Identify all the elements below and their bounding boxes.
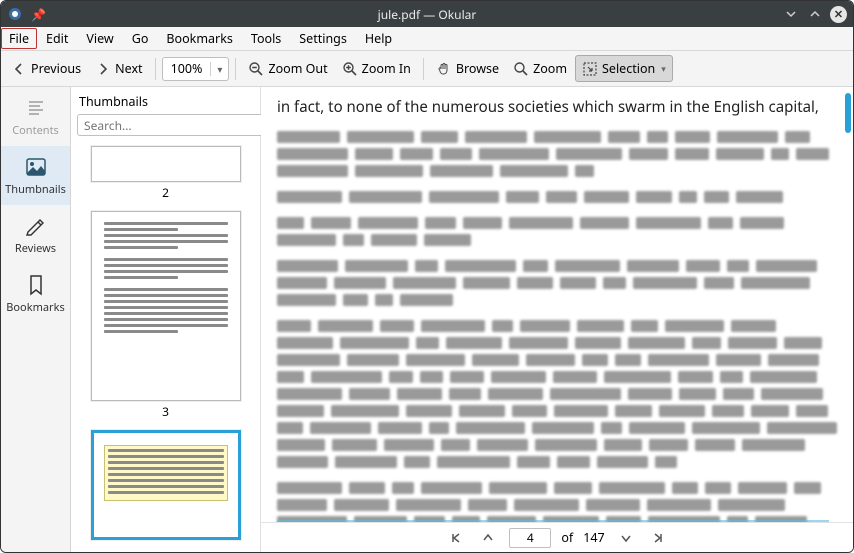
pin-icon[interactable]: 📌 [31, 6, 46, 23]
page-first-button[interactable] [445, 529, 467, 547]
separator [235, 58, 236, 80]
tab-reviews[interactable]: Reviews [1, 205, 70, 264]
separator [423, 58, 424, 80]
tab-thumbnails[interactable]: Thumbnails [1, 146, 70, 205]
vertical-scrollbar[interactable] [845, 93, 851, 133]
thumbnail-search-input[interactable] [77, 114, 265, 136]
tab-reviews-label: Reviews [1, 241, 70, 256]
page-number-input[interactable] [509, 528, 551, 548]
zoom-in-button[interactable]: Zoom In [336, 56, 417, 81]
selection-label: Selection [602, 60, 655, 77]
tab-contents[interactable]: Contents [1, 87, 70, 146]
menu-bookmarks[interactable]: Bookmarks [157, 27, 241, 50]
tab-bookmarks-label: Bookmarks [1, 300, 70, 315]
zoom-tool-button[interactable]: Zoom [507, 56, 573, 81]
main-body: Contents Thumbnails Reviews Bookmarks Th… [1, 87, 853, 552]
document-scroll[interactable]: in fact, to none of the numerous societi… [261, 87, 853, 522]
browse-tool-button[interactable]: Browse [430, 56, 505, 81]
zoom-in-label: Zoom In [362, 60, 411, 77]
page-last-button[interactable] [647, 529, 669, 547]
page-next-button[interactable] [615, 529, 637, 547]
page-of-label: of [561, 529, 573, 546]
zoom-tool-icon [513, 61, 529, 77]
chevron-down-icon: ▾ [210, 62, 228, 76]
minimize-button[interactable] [782, 5, 800, 23]
thumbnails-panel: Thumbnails ▽ 2 [71, 87, 261, 552]
menu-tools[interactable]: Tools [242, 27, 290, 50]
selection-icon [582, 61, 598, 77]
thumbnail-page[interactable] [91, 211, 241, 401]
reviews-icon [1, 213, 70, 239]
tab-bookmarks[interactable]: Bookmarks [1, 264, 70, 323]
menubar: File Edit View Go Bookmarks Tools Settin… [1, 27, 853, 51]
bookmark-icon [1, 272, 70, 298]
document-visible-line: in fact, to none of the numerous societi… [277, 95, 837, 119]
zoom-tool-label: Zoom [533, 60, 567, 77]
document-content: in fact, to none of the numerous societi… [277, 95, 837, 522]
chevron-down-icon: ▾ [661, 62, 666, 75]
next-label: Next [115, 60, 142, 77]
browse-label: Browse [456, 60, 499, 77]
next-page-button[interactable]: Next [89, 56, 148, 81]
titlebar: 📌 jule.pdf — Okular ✕ [1, 1, 853, 27]
document-view: in fact, to none of the numerous societi… [261, 87, 853, 552]
menu-help[interactable]: Help [356, 27, 401, 50]
thumbnails-icon [1, 154, 70, 180]
page-divider [277, 520, 829, 522]
hand-icon [436, 61, 452, 77]
contents-icon [1, 95, 70, 121]
thumbnail-list[interactable]: 2 3 [71, 142, 260, 552]
page-total: 147 [583, 529, 604, 546]
app-icon [7, 6, 23, 22]
zoom-in-icon [342, 61, 358, 77]
zoom-value: 100% [163, 60, 211, 77]
thumbnail-label: 3 [81, 403, 250, 420]
window-title: jule.pdf — Okular [378, 6, 477, 23]
selection-tool-button[interactable]: Selection ▾ [575, 55, 673, 82]
menu-edit[interactable]: Edit [37, 27, 77, 50]
chevron-right-icon [95, 61, 111, 77]
close-button[interactable]: ✕ [830, 6, 847, 23]
thumbnail-label: 2 [81, 184, 250, 201]
thumbnails-title: Thumbnails [71, 87, 260, 114]
zoom-out-button[interactable]: Zoom Out [242, 56, 333, 81]
side-tab-strip: Contents Thumbnails Reviews Bookmarks [1, 87, 71, 552]
chevron-left-icon [11, 61, 27, 77]
toolbar: Previous Next 100% ▾ Zoom Out Zoom In Br… [1, 51, 853, 87]
window-controls: ✕ [782, 5, 847, 23]
separator [155, 58, 156, 80]
menu-file[interactable]: File [1, 28, 37, 49]
okular-window: 📌 jule.pdf — Okular ✕ File Edit View Go … [0, 0, 854, 553]
previous-label: Previous [31, 60, 81, 77]
menu-settings[interactable]: Settings [290, 27, 356, 50]
zoom-out-label: Zoom Out [268, 60, 327, 77]
zoom-combo[interactable]: 100% ▾ [162, 57, 230, 81]
page-navigator: of 147 [261, 522, 853, 552]
thumbnail-search-row: ▽ [71, 114, 260, 142]
maximize-button[interactable] [806, 5, 824, 23]
menu-go[interactable]: Go [123, 27, 158, 50]
zoom-out-icon [248, 61, 264, 77]
menu-view[interactable]: View [77, 27, 122, 50]
tab-thumbnails-label: Thumbnails [1, 182, 70, 197]
page-prev-button[interactable] [477, 529, 499, 547]
thumbnail-page-selected[interactable] [91, 430, 241, 540]
tab-contents-label: Contents [1, 123, 70, 138]
thumbnail-page[interactable] [91, 146, 241, 182]
previous-page-button[interactable]: Previous [5, 56, 87, 81]
